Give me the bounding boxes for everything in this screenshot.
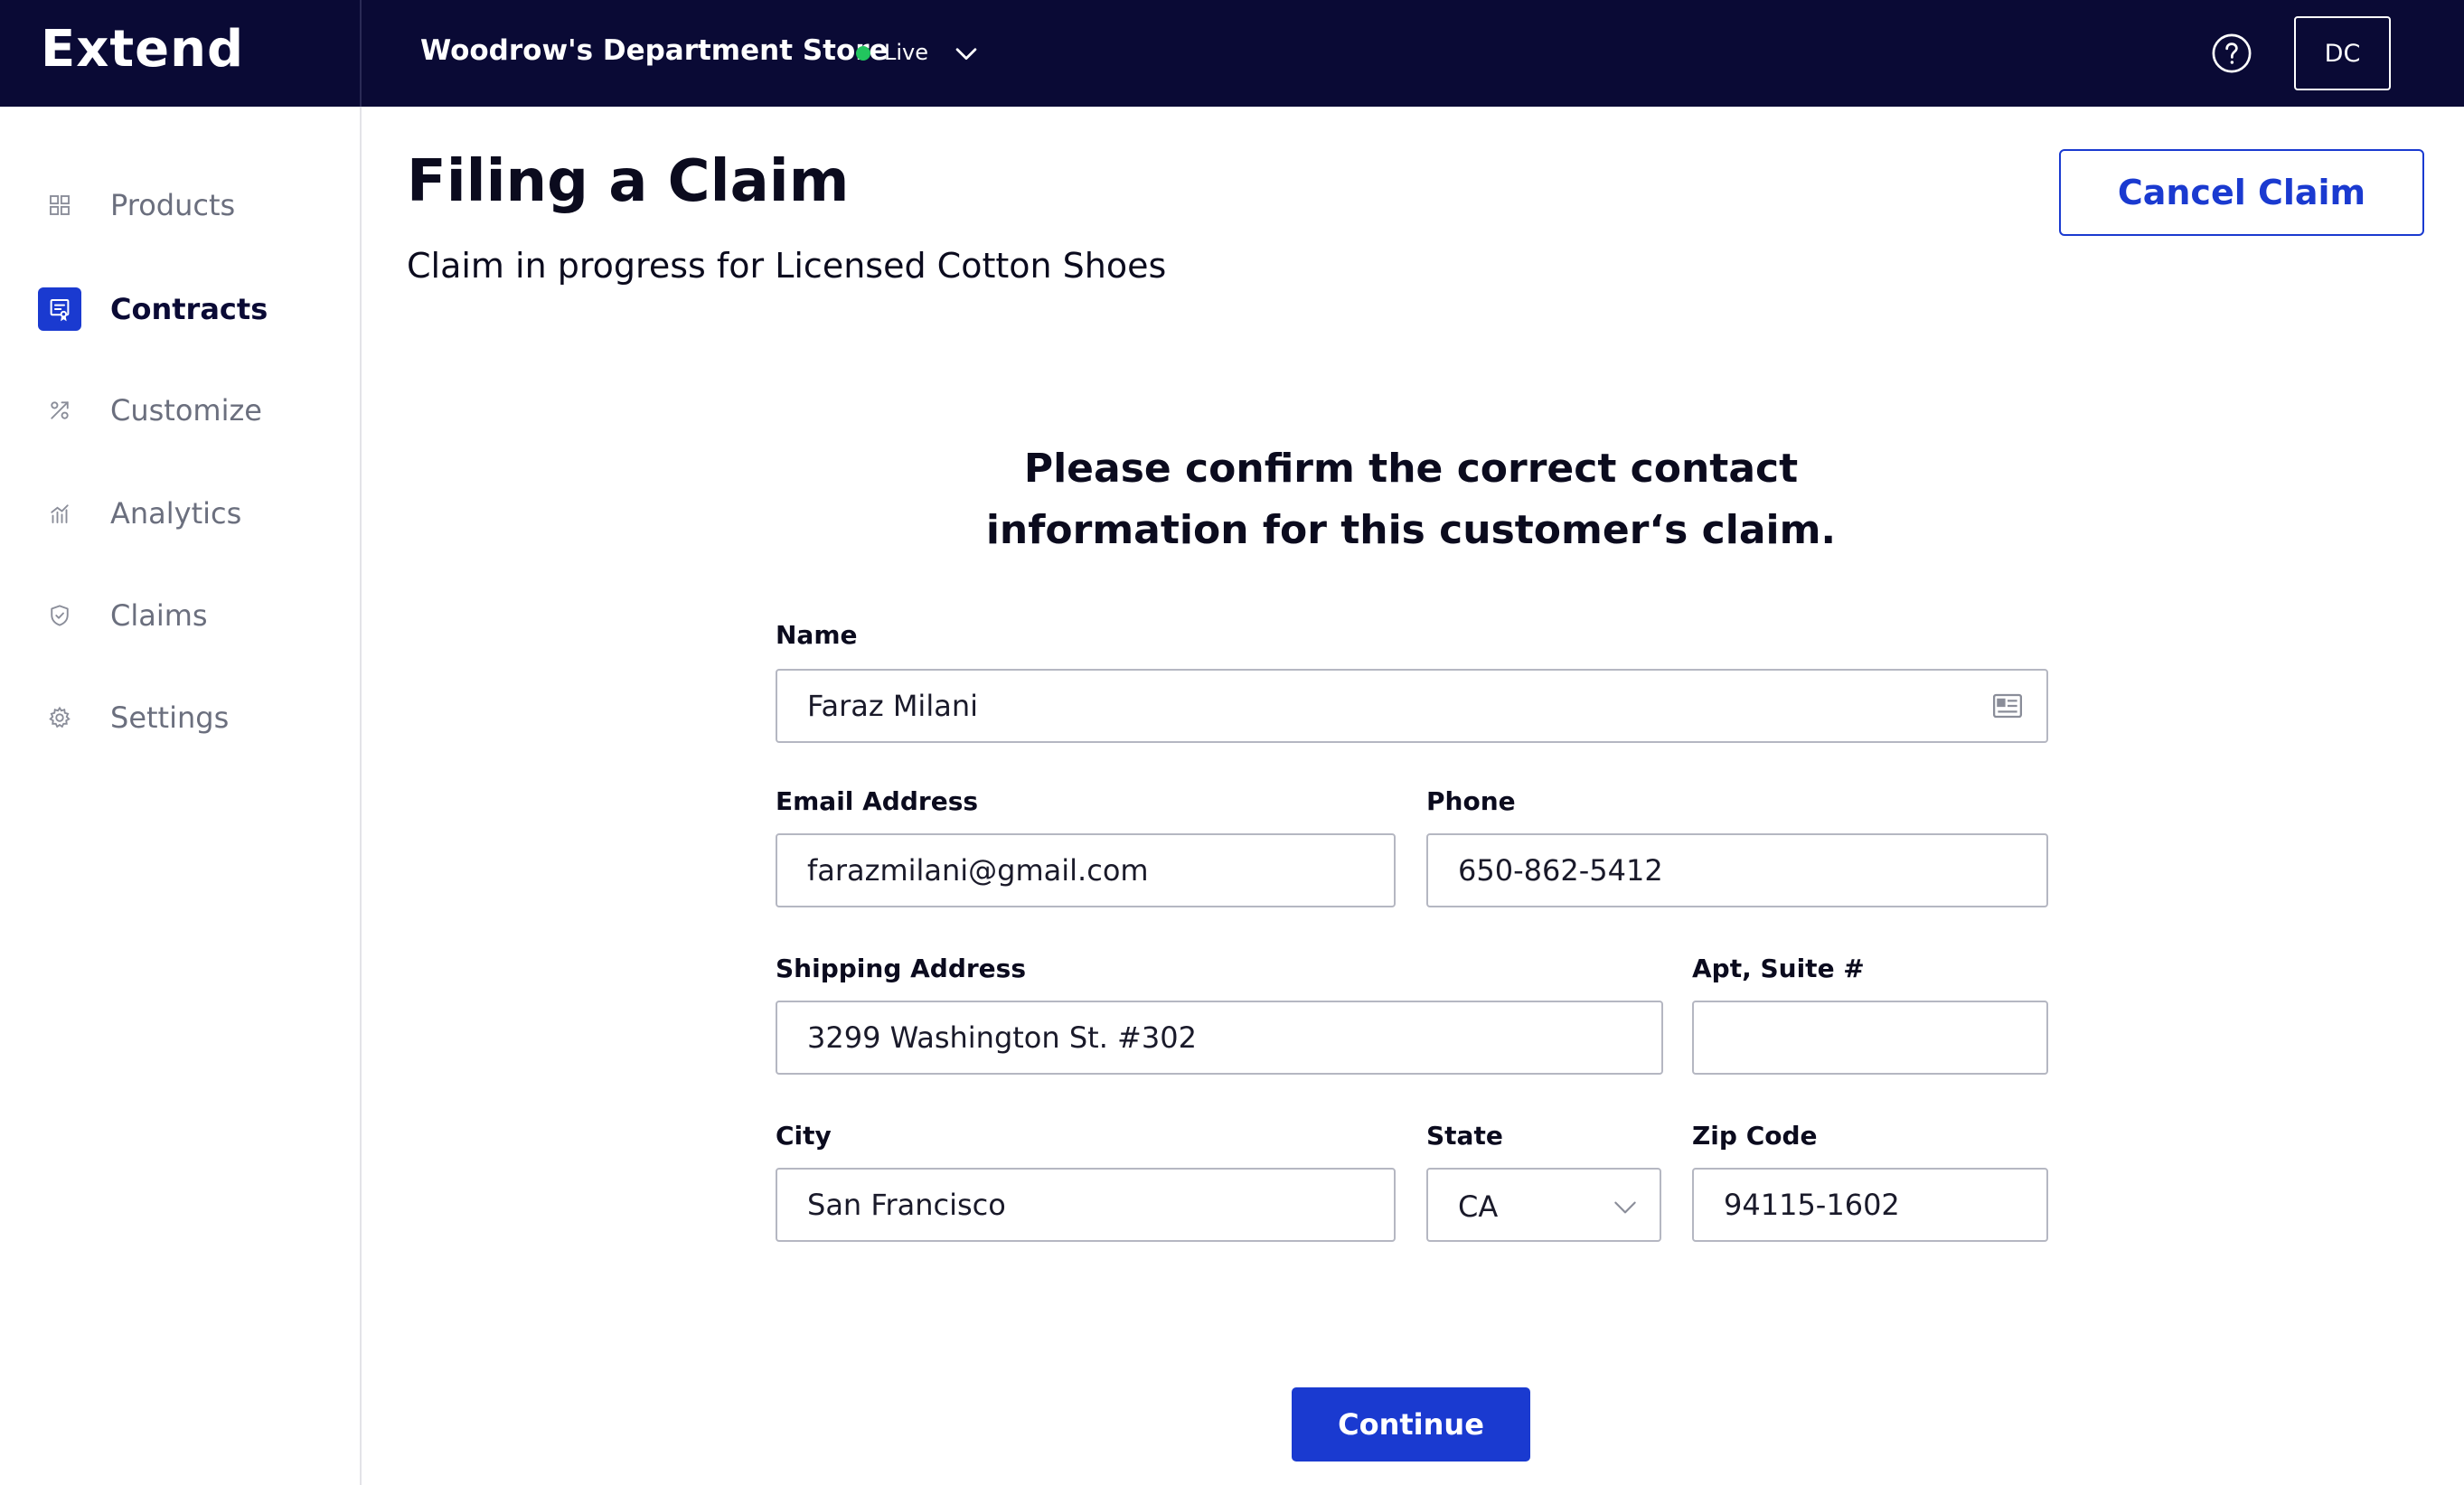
zip-code-input[interactable]	[1694, 1170, 2046, 1240]
apt-suite-input[interactable]	[1694, 1002, 2046, 1073]
state-select[interactable]: CA	[1426, 1168, 1661, 1242]
apt-suite-field-box	[1692, 1001, 2048, 1075]
environment-label[interactable]: Live	[884, 40, 928, 65]
sidebar-item-label: Products	[110, 188, 236, 222]
email-label: Email Address	[776, 786, 979, 816]
brand-logo[interactable]: Extend	[41, 20, 244, 79]
continue-button[interactable]: Continue	[1292, 1387, 1530, 1462]
page-subtitle: Claim in progress for Licensed Cotton Sh…	[407, 246, 1167, 286]
name-label: Name	[776, 620, 858, 650]
name-input[interactable]	[777, 671, 2046, 741]
sidebar-item-products[interactable]: Products	[0, 174, 360, 237]
sidebar-item-label: Customize	[110, 393, 262, 428]
email-field-box	[776, 833, 1396, 907]
shipping-address-field-box	[776, 1001, 1663, 1075]
phone-label: Phone	[1426, 786, 1516, 816]
sidebar-item-customize[interactable]: Customize	[0, 379, 360, 442]
sidebar-item-contracts[interactable]: Contracts	[0, 277, 360, 341]
phone-field-box	[1426, 833, 2048, 907]
store-name[interactable]: Woodrow's Department Store	[420, 34, 889, 67]
sidebar-item-label: Contracts	[110, 292, 268, 326]
city-input[interactable]	[777, 1170, 1394, 1240]
chevron-down-icon	[1614, 1201, 1636, 1214]
user-avatar-button[interactable]: DC	[2294, 16, 2391, 90]
phone-input[interactable]	[1428, 835, 2046, 906]
form-heading-line: Please confirm the correct contact	[1023, 446, 1799, 492]
gear-icon	[38, 696, 81, 739]
chevron-down-icon[interactable]	[951, 38, 982, 69]
chart-icon	[38, 492, 81, 535]
grid-icon	[38, 183, 81, 227]
shipping-address-input[interactable]	[777, 1002, 1661, 1073]
city-label: City	[776, 1121, 832, 1151]
zip-code-field-box	[1692, 1168, 2048, 1242]
shield-icon	[38, 594, 81, 637]
form-heading-line: information for this customer‘s claim.	[985, 507, 1837, 553]
sidebar-item-settings[interactable]: Settings	[0, 686, 360, 749]
sidebar-item-label: Claims	[110, 598, 208, 633]
form-heading: Please confirm the correct contact infor…	[904, 438, 1918, 561]
page-title: Filing a Claim	[407, 148, 850, 215]
sidebar: Products Contracts Customize Analytics C…	[0, 107, 362, 1485]
sidebar-item-analytics[interactable]: Analytics	[0, 482, 360, 545]
state-select-value: CA	[1458, 1189, 1499, 1224]
apt-suite-label: Apt, Suite #	[1692, 954, 1865, 983]
brand-area: Extend	[0, 0, 362, 107]
name-field-box	[776, 669, 2048, 743]
contact-card-icon[interactable]	[1992, 692, 2023, 719]
sidebar-item-label: Settings	[110, 700, 230, 735]
email-input[interactable]	[777, 835, 1394, 906]
top-bar: Extend Woodrow's Department Store Live D…	[0, 0, 2464, 107]
sidebar-item-claims[interactable]: Claims	[0, 584, 360, 647]
state-label: State	[1426, 1121, 1503, 1151]
zip-code-label: Zip Code	[1692, 1121, 1818, 1151]
live-status-dot	[856, 46, 870, 61]
city-field-box	[776, 1168, 1396, 1242]
help-icon[interactable]	[2211, 33, 2252, 74]
shipping-address-label: Shipping Address	[776, 954, 1026, 983]
cancel-claim-button[interactable]: Cancel Claim	[2059, 149, 2424, 236]
tools-icon	[38, 389, 81, 432]
contract-icon	[38, 287, 81, 331]
sidebar-item-label: Analytics	[110, 496, 242, 531]
